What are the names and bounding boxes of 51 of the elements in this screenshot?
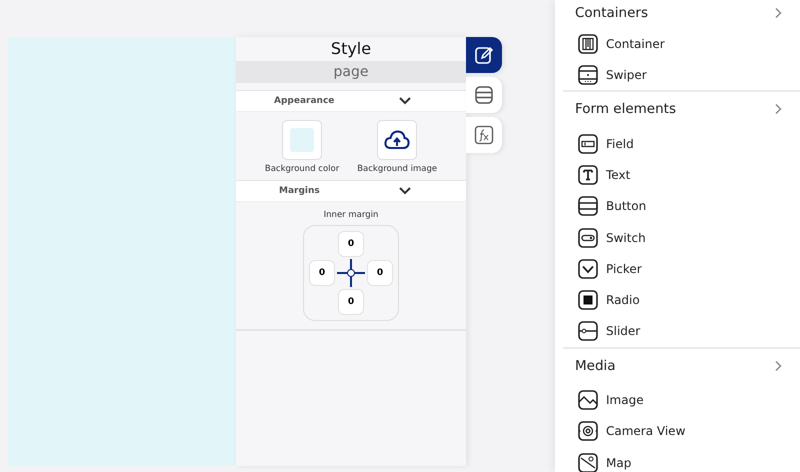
radio-element-icon <box>578 290 598 310</box>
image-element-icon <box>578 390 598 410</box>
chevron-right-icon[interactable] <box>774 103 782 116</box>
component-name[interactable]: Field <box>606 136 634 151</box>
side-tab[interactable] <box>466 37 502 73</box>
camera-element-icon <box>578 421 598 442</box>
swiper-element-icon <box>578 64 598 85</box>
chevron-down-icon[interactable] <box>398 186 412 196</box>
component-name[interactable]: Button <box>606 199 646 214</box>
background-image-button[interactable]: Background image <box>357 120 438 174</box>
function-icon <box>474 125 494 145</box>
container-element-icon <box>578 34 598 54</box>
button-element-icon <box>578 196 598 216</box>
background-color-button[interactable]: Background color <box>264 120 340 174</box>
component-name[interactable]: Image <box>606 393 644 408</box>
section-title: Margins <box>279 186 320 196</box>
component-name[interactable]: Radio <box>606 292 640 307</box>
chevron-right-icon[interactable] <box>774 7 782 19</box>
chevron-down-icon[interactable] <box>398 96 412 106</box>
database-icon <box>474 85 494 105</box>
text-element-icon <box>578 165 598 186</box>
category-title: Form elements <box>575 101 676 118</box>
chevron-right-icon[interactable] <box>774 360 782 372</box>
slider-element-icon <box>578 321 598 342</box>
inner-margin-label: Inner margin <box>324 210 378 220</box>
component-name[interactable]: Container <box>606 36 665 51</box>
component-name[interactable]: Text <box>606 168 630 182</box>
crosshair-icon <box>337 259 365 287</box>
component-name[interactable]: Switch <box>606 230 646 245</box>
cloud-upload-icon <box>384 130 410 150</box>
left-margin-input[interactable]: 0 <box>309 260 335 286</box>
section-title: Appearance <box>274 96 334 106</box>
panel-title: Style <box>330 38 372 60</box>
map-element-icon <box>578 452 598 472</box>
selected-element-label: page <box>236 61 466 83</box>
category-title: Media <box>575 358 616 374</box>
side-tab[interactable] <box>466 77 502 113</box>
edit-icon <box>474 45 494 65</box>
field-element-icon <box>578 134 598 154</box>
component-name[interactable]: Slider <box>606 324 640 338</box>
right-margin-input[interactable]: 0 <box>367 260 393 286</box>
component-name[interactable]: Map <box>606 456 632 470</box>
switch-element-icon <box>578 228 598 248</box>
bottom-margin-input[interactable]: 0 <box>338 289 364 315</box>
component-name[interactable]: Picker <box>606 262 642 276</box>
picker-element-icon <box>578 258 598 279</box>
top-margin-input[interactable]: 0 <box>338 231 364 257</box>
component-name[interactable]: Camera View <box>606 424 686 438</box>
category-title: Containers <box>575 5 648 21</box>
component-name[interactable]: Swiper <box>606 68 647 82</box>
side-tab[interactable] <box>466 117 502 153</box>
